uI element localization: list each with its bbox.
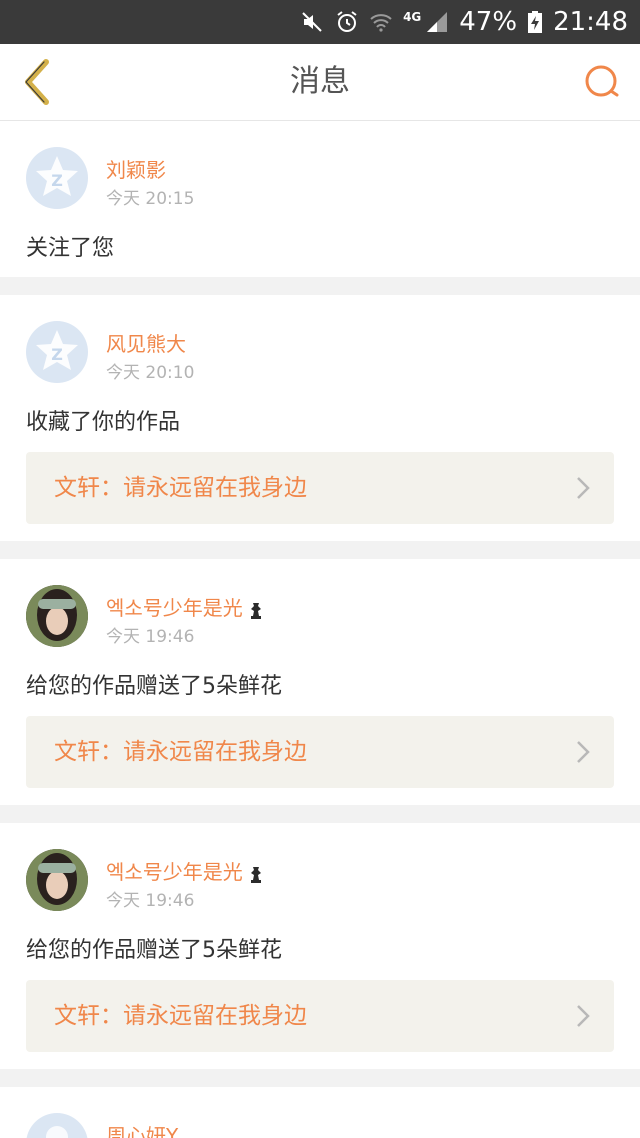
default-avatar-icon[interactable]: Z bbox=[26, 321, 88, 383]
chess-piece-icon bbox=[250, 602, 261, 619]
status-bar: 4G 47% 21:48 bbox=[0, 0, 640, 44]
timestamp: 今天 20:15 bbox=[106, 189, 195, 209]
work-title: 文轩：请永远留在我身边 bbox=[54, 1003, 307, 1029]
chevron-right-icon bbox=[577, 477, 590, 499]
photo-avatar[interactable] bbox=[26, 849, 88, 911]
chevron-right-icon bbox=[577, 1005, 590, 1027]
work-link[interactable]: 文轩：请永远留在我身边 bbox=[26, 980, 614, 1052]
header: 消息 bbox=[0, 44, 640, 121]
user-name[interactable]: 周心妍Y bbox=[106, 1120, 178, 1138]
page-title: 消息 bbox=[290, 64, 350, 99]
status-icons: 4G 47% 21:48 bbox=[301, 0, 628, 44]
clock: 21:48 bbox=[553, 7, 628, 37]
user-name[interactable]: 엑소号少年是光 bbox=[106, 856, 267, 885]
notification-text: 关注了您 bbox=[26, 236, 115, 261]
notification-card[interactable]: Z 刘颖影 今天 20:15 关注了您 bbox=[0, 121, 640, 277]
notification-card[interactable]: 周心妍Y bbox=[0, 1087, 640, 1138]
work-link[interactable]: 文轩：请永远留在我身边 bbox=[26, 452, 614, 524]
work-link[interactable]: 文轩：请永远留在我身边 bbox=[26, 716, 614, 788]
user-name[interactable]: 刘颖影 bbox=[106, 154, 166, 183]
notification-card[interactable]: 엑소号少年是光 今天 19:46 给您的作品赠送了5朵鲜花 文轩：请永远留在我身… bbox=[0, 559, 640, 805]
battery-charging-icon bbox=[528, 11, 543, 33]
notification-text: 给您的作品赠送了5朵鲜花 bbox=[26, 674, 282, 699]
timestamp: 今天 19:46 bbox=[106, 627, 195, 647]
battery-percent: 47% bbox=[459, 7, 518, 37]
default-avatar-icon[interactable] bbox=[26, 1113, 88, 1138]
timestamp: 今天 19:46 bbox=[106, 891, 195, 911]
notification-text: 收藏了你的作品 bbox=[26, 410, 181, 435]
notification-text: 给您的作品赠送了5朵鲜花 bbox=[26, 938, 282, 963]
chevron-right-icon bbox=[577, 741, 590, 763]
mute-icon bbox=[302, 12, 322, 32]
photo-avatar[interactable] bbox=[26, 585, 88, 647]
notification-card[interactable]: 엑소号少年是光 今天 19:46 给您的作品赠送了5朵鲜花 文轩：请永远留在我身… bbox=[0, 823, 640, 1069]
user-name[interactable]: 风见熊大 bbox=[106, 328, 186, 357]
wifi-icon bbox=[370, 14, 392, 32]
signal-icon bbox=[427, 12, 448, 32]
svg-text:Z: Z bbox=[51, 345, 63, 364]
network-label: 4G bbox=[403, 10, 422, 24]
work-title: 文轩：请永远留在我身边 bbox=[54, 739, 307, 765]
notification-card[interactable]: Z 风见熊大 今天 20:10 收藏了你的作品 文轩：请永远留在我身边 bbox=[0, 295, 640, 541]
svg-text:Z: Z bbox=[51, 171, 63, 190]
chess-piece-icon bbox=[250, 866, 261, 883]
search-button[interactable] bbox=[578, 58, 626, 106]
default-avatar-icon[interactable]: Z bbox=[26, 147, 88, 209]
work-title: 文轩：请永远留在我身边 bbox=[54, 475, 307, 501]
search-icon bbox=[585, 65, 619, 97]
timestamp: 今天 20:10 bbox=[106, 363, 195, 383]
alarm-icon bbox=[337, 11, 357, 32]
user-name[interactable]: 엑소号少年是光 bbox=[106, 592, 267, 621]
